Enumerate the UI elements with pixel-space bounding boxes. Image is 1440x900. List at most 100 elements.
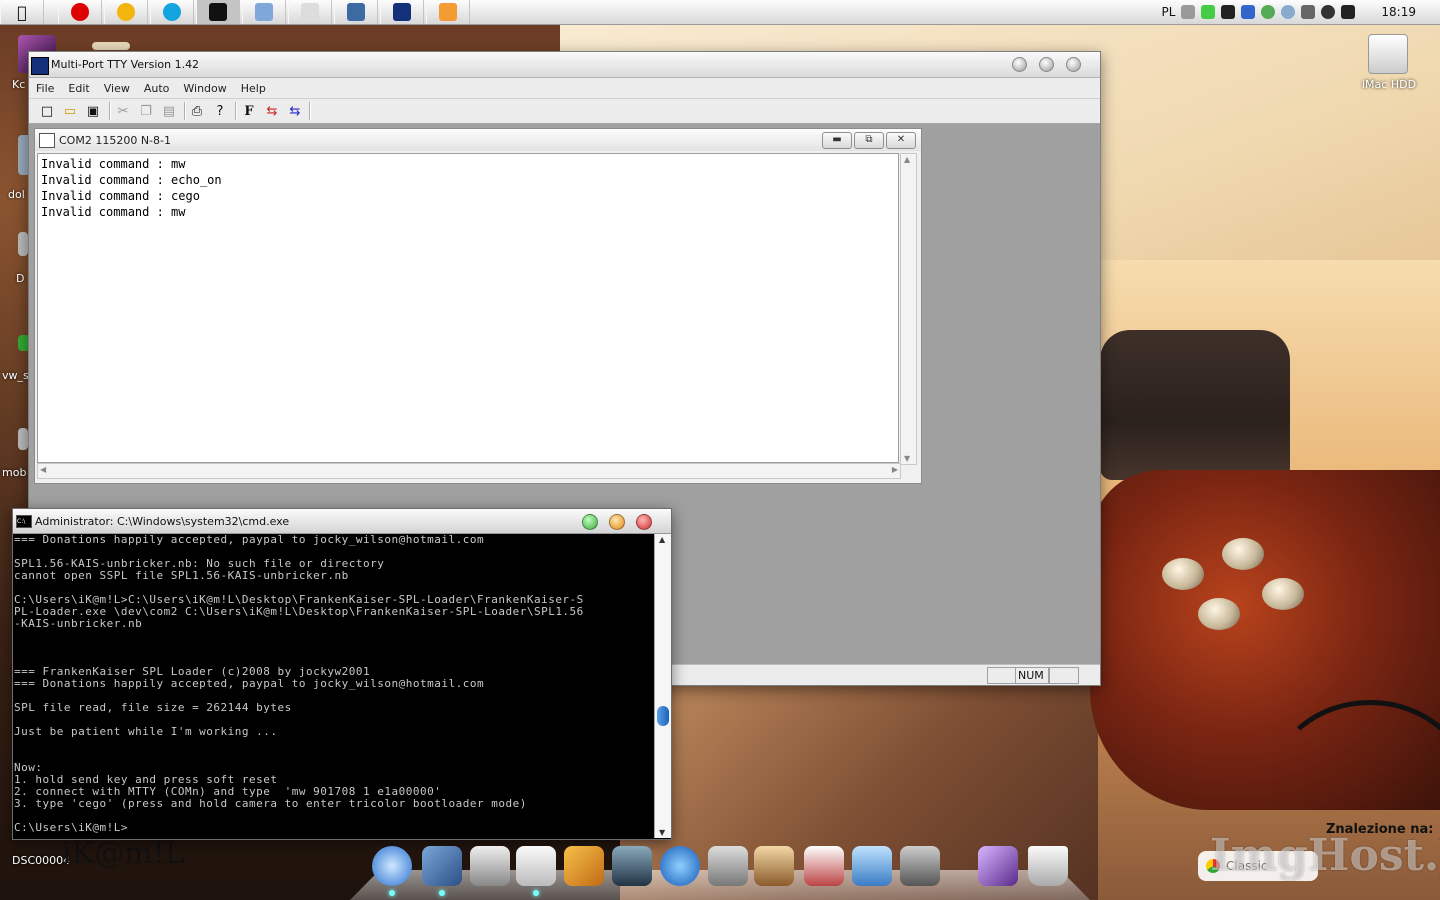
desktop-icon[interactable] [92, 42, 130, 50]
desktop-label[interactable]: vw_s [2, 369, 29, 382]
mtty-icon[interactable] [380, 0, 424, 24]
cmd-titlebar[interactable]: C:\ Administrator: C:\Windows\system32\c… [13, 509, 671, 534]
cut-icon[interactable]: ✂ [115, 103, 131, 119]
close-button[interactable] [636, 514, 652, 530]
system-preferences-icon[interactable] [900, 846, 940, 886]
clock[interactable]: 18:19 [1381, 5, 1416, 19]
status-pane [987, 667, 1017, 684]
automator-icon[interactable] [708, 846, 748, 886]
menu-view[interactable]: View [97, 82, 137, 95]
calculator-icon[interactable] [470, 846, 510, 886]
cmd-title: Administrator: C:\Windows\system32\cmd.e… [35, 515, 290, 528]
new-icon[interactable]: □ [39, 103, 55, 119]
tty-titlebar[interactable]: Multi-Port TTY Version 1.42 [29, 52, 1100, 78]
keyboard-icon[interactable] [1181, 5, 1196, 19]
guitar-knob [1222, 538, 1264, 570]
tty-toolbar: □ ▭ ▣ ✂ ❐ ▤ ⎙ ? F ⇆ ⇆ [29, 99, 1100, 124]
tty-title: Multi-Port TTY Version 1.42 [51, 58, 200, 71]
status-pane [1049, 667, 1079, 684]
adobe-icon[interactable] [426, 0, 470, 24]
scrollbar-thumb[interactable] [657, 706, 669, 726]
terminal-line: Invalid command : cego [41, 189, 200, 203]
tty-menu-bar: File Edit View Auto Window Help [29, 78, 1100, 99]
hard-drive-label[interactable]: iMac HDD [1362, 78, 1416, 91]
opera-icon[interactable] [58, 0, 102, 24]
imovie-icon[interactable] [612, 846, 652, 886]
copy-icon[interactable]: ❐ [138, 103, 154, 119]
child-close-button[interactable]: ✕ [886, 132, 916, 149]
vertical-scrollbar[interactable]: ▲ ▼ [900, 153, 917, 465]
desktop-label[interactable]: mob [2, 466, 26, 479]
close-button[interactable] [1066, 57, 1081, 72]
status-icon[interactable] [1261, 5, 1276, 19]
disconnect-icon[interactable]: ⇆ [287, 103, 303, 119]
chess-icon[interactable] [754, 846, 794, 886]
open-icon[interactable]: ▭ [62, 103, 78, 119]
help-icon[interactable]: ? [212, 103, 228, 119]
home-icon[interactable] [804, 846, 844, 886]
menu-auto[interactable]: Auto [137, 82, 177, 95]
folder-icon[interactable] [242, 0, 286, 24]
cmd-window: C:\ Administrator: C:\Windows\system32\c… [12, 508, 672, 840]
eject-icon[interactable] [1221, 5, 1236, 19]
safari-icon[interactable] [372, 846, 412, 886]
terminal-line: Invalid command : echo_on [41, 173, 222, 187]
minimize-button[interactable] [609, 514, 625, 530]
trash-icon[interactable] [1028, 846, 1068, 886]
print-icon[interactable]: ⎙ [189, 103, 205, 119]
mtty-app-icon [31, 57, 49, 75]
menu-edit[interactable]: Edit [61, 82, 96, 95]
sync-icon[interactable] [1281, 5, 1296, 19]
child-restore-button[interactable]: ⧉ [854, 132, 884, 149]
connect-icon[interactable]: ⇆ [264, 103, 280, 119]
dock [350, 840, 1090, 900]
font-icon[interactable]: F [241, 103, 257, 119]
hard-drive-icon[interactable] [1368, 34, 1408, 74]
menu-help[interactable]: Help [234, 82, 273, 95]
apple-menu[interactable]:  [0, 0, 44, 24]
com-titlebar[interactable]: COM2 115200 N-8-1 ▬ ⧉ ✕ [35, 129, 921, 151]
quicktime-icon[interactable] [660, 846, 700, 886]
child-minimize-button[interactable]: ▬ [822, 132, 852, 149]
paste-icon[interactable]: ▤ [161, 103, 177, 119]
instruments-icon[interactable] [564, 846, 604, 886]
preview-icon[interactable] [422, 846, 462, 886]
desktop-label[interactable]: dol [8, 188, 25, 201]
textedit-icon[interactable] [516, 846, 556, 886]
terminal-output[interactable]: Invalid command : mw Invalid command : e… [37, 153, 899, 463]
photo-booth-icon[interactable] [978, 846, 1018, 886]
console-output[interactable]: === Donations happily accepted, paypal t… [13, 534, 656, 838]
guitar-knob [1262, 578, 1304, 610]
menu-bar:  PL 18:19 [0, 0, 1440, 25]
maximize-button[interactable] [1039, 57, 1054, 72]
save-icon[interactable]: ▣ [85, 103, 101, 119]
signature-text: iK@m!L [62, 836, 185, 871]
volume-icon[interactable] [1341, 5, 1356, 19]
watermark: ImgHost.pl [1210, 830, 1440, 881]
wifi-icon[interactable] [1301, 5, 1316, 19]
zoom-button[interactable] [582, 514, 598, 530]
cmd-icon[interactable] [196, 0, 240, 24]
horizontal-scrollbar[interactable]: ◀ ▶ [37, 463, 901, 479]
window-manager-icon[interactable] [334, 0, 378, 24]
desktop-label[interactable]: Kc [12, 78, 25, 91]
desktop-icon[interactable] [18, 428, 28, 450]
security-icon[interactable] [1201, 5, 1216, 19]
vertical-scrollbar[interactable]: ▲ ▼ [654, 534, 671, 838]
terminal-line: Invalid command : mw [41, 205, 186, 219]
guitar-knob [1162, 558, 1204, 590]
clipboard-icon[interactable] [104, 0, 148, 24]
display-icon[interactable] [852, 846, 892, 886]
skype-icon[interactable] [150, 0, 194, 24]
desktop-icon[interactable] [18, 232, 28, 256]
desktop-label[interactable]: D [16, 272, 24, 285]
time-machine-icon[interactable] [1321, 5, 1336, 19]
terminal-icon [39, 133, 55, 148]
com-port-window: COM2 115200 N-8-1 ▬ ⧉ ✕ Invalid command … [34, 128, 922, 484]
minimize-button[interactable] [1012, 57, 1027, 72]
language-indicator[interactable]: PL [1161, 5, 1175, 19]
menu-file[interactable]: File [29, 82, 61, 95]
network-icon[interactable] [1241, 5, 1256, 19]
menu-window[interactable]: Window [176, 82, 233, 95]
pen-tool-icon[interactable] [288, 0, 332, 24]
